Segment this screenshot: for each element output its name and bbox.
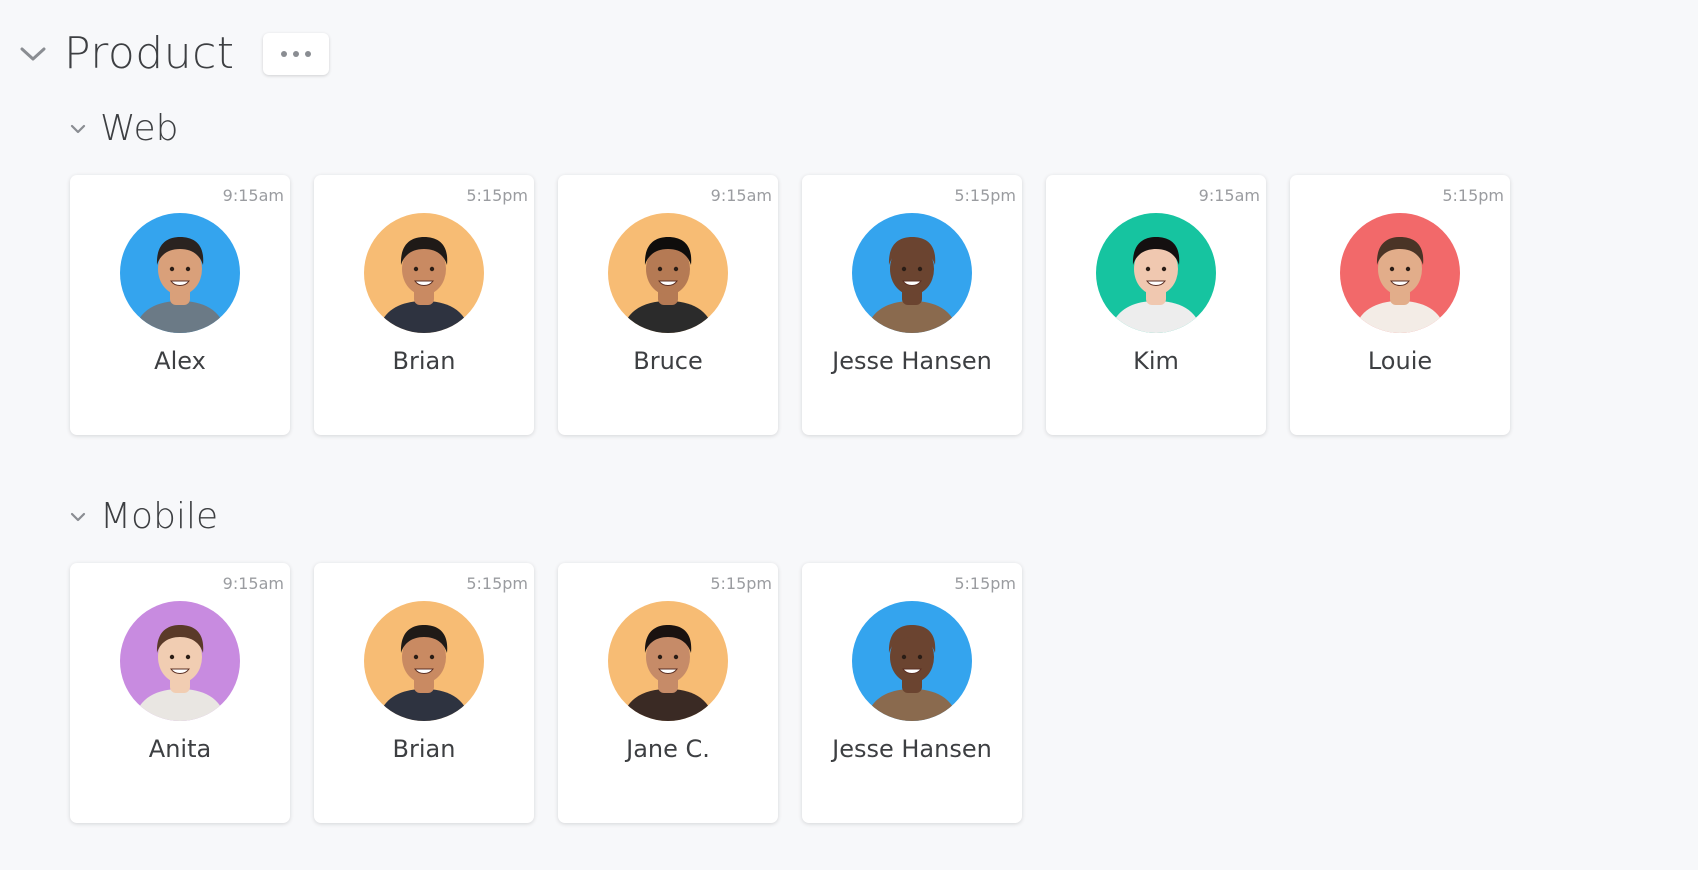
member-name: Brian: [392, 347, 456, 375]
section-header: Web: [66, 108, 179, 149]
local-time: 9:15am: [222, 574, 284, 593]
more-options-button[interactable]: [262, 32, 329, 75]
member-cards: 9:15am Anita 5:15pm Brian 5:15pm Jane C. 5:…: [70, 563, 1022, 823]
local-time: 5:15pm: [710, 574, 772, 593]
group-title: Product: [64, 28, 235, 79]
avatar: [120, 601, 240, 721]
avatar: [608, 601, 728, 721]
avatar: [364, 601, 484, 721]
more-horizontal-icon: [280, 50, 287, 57]
avatar: [1096, 213, 1216, 333]
chevron-down-icon[interactable]: [66, 505, 90, 529]
local-time: 5:15pm: [1442, 186, 1504, 205]
member-card[interactable]: 9:15am Anita: [70, 563, 290, 823]
member-card[interactable]: 5:15pm Louie: [1290, 175, 1510, 435]
chevron-down-icon[interactable]: [66, 117, 90, 141]
avatar: [852, 601, 972, 721]
member-name: Jesse Hansen: [832, 735, 992, 763]
section-title: Mobile: [100, 496, 219, 537]
local-time: 9:15am: [1198, 186, 1260, 205]
member-name: Jesse Hansen: [832, 347, 992, 375]
group-header-product: Product: [18, 28, 329, 79]
member-card[interactable]: 5:15pm Brian: [314, 175, 534, 435]
local-time: 9:15am: [710, 186, 772, 205]
local-time: 9:15am: [222, 186, 284, 205]
member-name: Bruce: [633, 347, 703, 375]
member-name: Kim: [1133, 347, 1179, 375]
member-card[interactable]: 5:15pm Jesse Hansen: [802, 563, 1022, 823]
member-cards: 9:15am Alex 5:15pm Brian 9:15am Bruce 5:15p…: [70, 175, 1510, 435]
member-name: Jane C.: [626, 735, 710, 763]
section-header: Mobile: [66, 496, 218, 537]
section-title: Web: [100, 108, 179, 149]
avatar: [608, 213, 728, 333]
member-card[interactable]: 9:15am Kim: [1046, 175, 1266, 435]
member-card[interactable]: 9:15am Bruce: [558, 175, 778, 435]
member-card[interactable]: 5:15pm Jesse Hansen: [802, 175, 1022, 435]
avatar: [364, 213, 484, 333]
member-card[interactable]: 5:15pm Brian: [314, 563, 534, 823]
chevron-down-icon[interactable]: [18, 39, 48, 69]
member-name: Anita: [148, 735, 212, 763]
local-time: 5:15pm: [954, 186, 1016, 205]
team-board: Product Web 9:15am Alex 5:15pm Brian 9:1…: [0, 0, 1698, 870]
member-name: Alex: [154, 347, 206, 375]
member-card[interactable]: 9:15am Alex: [70, 175, 290, 435]
local-time: 5:15pm: [466, 574, 528, 593]
avatar: [120, 213, 240, 333]
local-time: 5:15pm: [954, 574, 1016, 593]
avatar: [1340, 213, 1460, 333]
member-card[interactable]: 5:15pm Jane C.: [558, 563, 778, 823]
member-name: Louie: [1367, 347, 1433, 375]
member-name: Brian: [392, 735, 456, 763]
local-time: 5:15pm: [466, 186, 528, 205]
avatar: [852, 213, 972, 333]
